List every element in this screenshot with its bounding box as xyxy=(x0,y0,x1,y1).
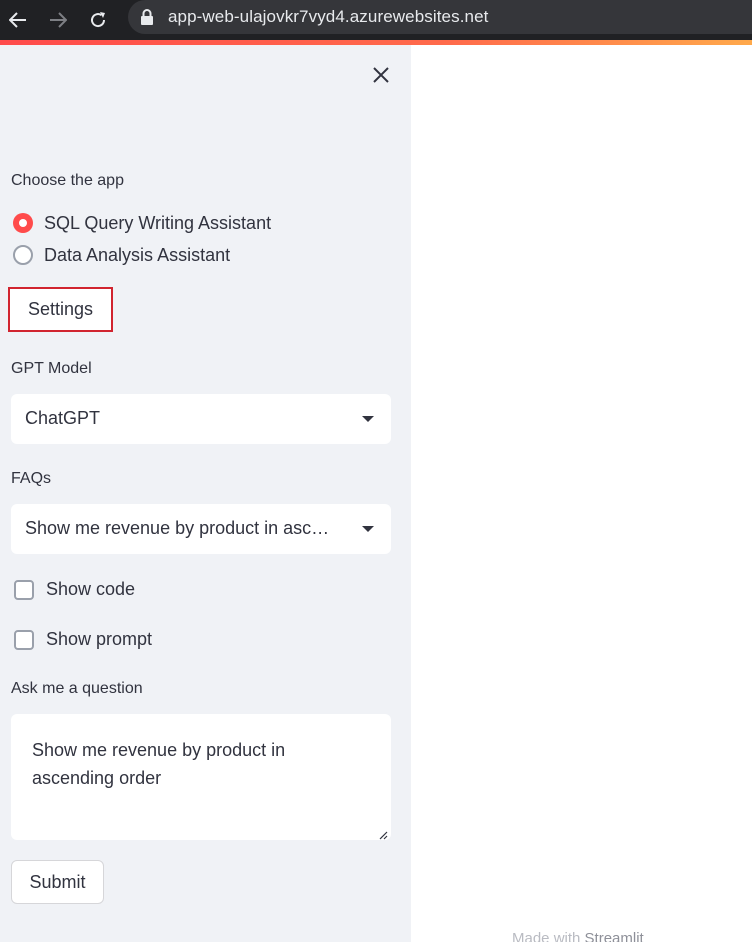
settings-button[interactable]: Settings xyxy=(8,287,113,332)
gpt-model-label: GPT Model xyxy=(11,360,92,377)
radio-label-sql-assistant[interactable]: SQL Query Writing Assistant xyxy=(44,213,271,234)
footer-brand-link[interactable]: Streamlit xyxy=(585,930,644,942)
back-arrow-icon[interactable] xyxy=(4,6,32,34)
footer-made-with: Made with xyxy=(512,930,581,942)
question-label: Ask me a question xyxy=(11,680,143,697)
radio-data-analysis[interactable] xyxy=(13,245,33,265)
radio-sql-assistant[interactable] xyxy=(13,213,33,233)
submit-label: Submit xyxy=(29,871,86,892)
resize-handle-icon[interactable] xyxy=(378,827,388,840)
faqs-value: Show me revenue by product in asc… xyxy=(25,518,330,538)
url-text: app-web-ulajovkr7vyd4.azurewebsites.net xyxy=(168,7,489,26)
show-prompt-label[interactable]: Show prompt xyxy=(46,629,152,650)
show-prompt-checkbox[interactable] xyxy=(14,630,34,650)
caret-down-icon xyxy=(362,416,374,422)
footer: Made with Streamlit xyxy=(512,930,644,942)
question-textarea[interactable]: Show me revenue by product in ascending … xyxy=(11,714,391,840)
gpt-model-value: ChatGPT xyxy=(25,408,101,428)
gpt-model-select[interactable]: ChatGPT xyxy=(11,394,391,444)
show-code-checkbox[interactable] xyxy=(14,580,34,600)
faqs-select[interactable]: Show me revenue by product in asc… xyxy=(11,504,391,554)
choose-app-label: Choose the app xyxy=(11,172,124,189)
radio-label-data-analysis[interactable]: Data Analysis Assistant xyxy=(44,245,230,266)
settings-label: Settings xyxy=(27,299,94,319)
reload-icon[interactable] xyxy=(84,6,112,34)
browser-toolbar: app-web-ulajovkr7vyd4.azurewebsites.net xyxy=(0,0,752,40)
show-code-label[interactable]: Show code xyxy=(46,579,135,600)
forward-arrow-icon[interactable] xyxy=(44,6,72,34)
caret-down-icon xyxy=(362,526,374,532)
faqs-label: FAQs xyxy=(11,470,52,487)
submit-button[interactable]: Submit xyxy=(11,860,104,904)
question-text: Show me revenue by product in ascending … xyxy=(32,740,286,788)
lock-icon xyxy=(140,9,154,25)
close-icon[interactable] xyxy=(370,64,392,86)
